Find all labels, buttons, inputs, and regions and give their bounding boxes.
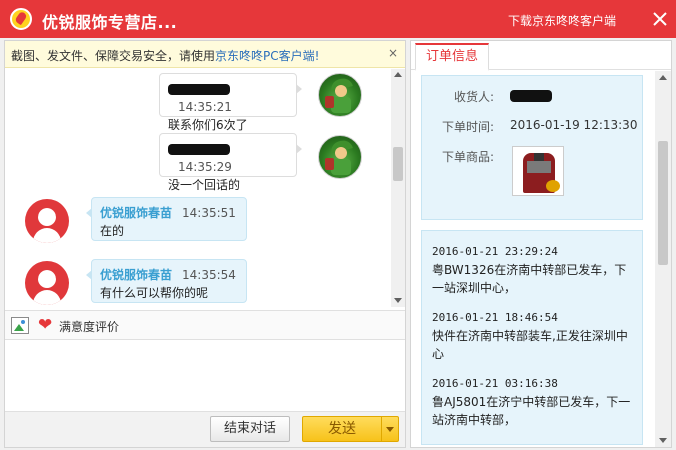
message-bubble: 优锐服饰春苗 14:35:54 有什么可以帮你的呢 bbox=[86, 259, 247, 303]
heart-icon[interactable]: ❤ bbox=[38, 315, 52, 335]
agent-avatar[interactable] bbox=[25, 199, 69, 243]
logistics-time: 2016-01-21 18:46:54 bbox=[432, 311, 558, 324]
message-bubble: 14:35:29 没一个回话的 bbox=[159, 133, 302, 192]
close-window-button[interactable] bbox=[643, 2, 676, 36]
customer-avatar[interactable] bbox=[318, 135, 362, 179]
message-time: 14:35:51 bbox=[182, 206, 236, 220]
satisfaction-rating-link[interactable]: 满意度评价 bbox=[59, 318, 119, 335]
image-icon[interactable] bbox=[11, 317, 29, 334]
action-bar: 结束对话 发送 bbox=[5, 411, 405, 447]
window-title: 优锐服饰专营店... bbox=[42, 13, 178, 32]
message-list[interactable]: 14:35:21 联系你们6次了 14:35:29 没一个回话的 优锐服饰春苗 1… bbox=[5, 69, 405, 307]
scrollbar-thumb[interactable] bbox=[393, 147, 403, 181]
scroll-down-icon[interactable] bbox=[394, 298, 402, 303]
scroll-down-icon[interactable] bbox=[659, 438, 667, 443]
recipient-label: 收货人: bbox=[454, 90, 495, 104]
message-time: 14:35:29 bbox=[178, 160, 232, 174]
scrollbar-thumb[interactable] bbox=[658, 141, 668, 265]
logistics-entry: 2016-01-21 03:16:38 鲁AJ5801在济宁中转部已发车，下一站… bbox=[432, 375, 636, 429]
message-text: 有什么可以帮你的呢 bbox=[100, 286, 209, 300]
notice-close-button[interactable]: × bbox=[388, 46, 398, 60]
message-text: 没一个回话的 bbox=[168, 178, 241, 192]
agent-name: 优锐服饰春苗 bbox=[100, 206, 173, 220]
security-notice: 截图、发文件、保障交易安全，请使用京东咚咚PC客户端! × bbox=[5, 41, 405, 68]
logistics-card: 2016-01-21 23:29:24 粤BW1326在济南中转部已发车，下一站… bbox=[421, 230, 643, 445]
app-logo-icon bbox=[10, 8, 32, 30]
order-time-value: 2016-01-19 12:13:30 bbox=[510, 118, 638, 132]
recipient-value bbox=[510, 90, 552, 105]
close-icon bbox=[653, 12, 667, 26]
chat-pane: 截图、发文件、保障交易安全，请使用京东咚咚PC客户端! × 14:35:21 联… bbox=[4, 40, 406, 448]
redacted-username bbox=[168, 144, 230, 155]
send-options-dropdown[interactable] bbox=[381, 416, 399, 442]
message-text: 联系你们6次了 bbox=[168, 118, 248, 132]
logistics-entry: 2016-01-21 23:29:24 粤BW1326在济南中转部已发车，下一站… bbox=[432, 243, 636, 297]
scroll-up-icon[interactable] bbox=[394, 72, 402, 77]
message-text: 在的 bbox=[100, 224, 125, 238]
logistics-entry: 2016-01-21 18:46:54 快件在济南中转部装车,正发往深圳中心 bbox=[432, 309, 636, 363]
message-bubble: 14:35:21 联系你们6次了 bbox=[159, 73, 302, 132]
agent-avatar[interactable] bbox=[25, 261, 69, 305]
tab-order-info[interactable]: 订单信息 bbox=[415, 43, 489, 71]
send-button[interactable]: 发送 bbox=[302, 416, 382, 442]
order-panel: 订单信息 收货人: 下单时间: 2016-01-19 12:13:30 下单商品… bbox=[410, 40, 672, 448]
download-client-link[interactable]: 下载京东咚咚客户端 bbox=[508, 12, 616, 29]
logistics-time: 2016-01-21 03:16:38 bbox=[432, 377, 558, 390]
customer-avatar[interactable] bbox=[318, 73, 362, 117]
pc-client-link[interactable]: 京东咚咚PC客户端! bbox=[215, 49, 319, 63]
order-time-label: 下单时间: bbox=[442, 120, 495, 134]
message-scrollbar[interactable] bbox=[391, 69, 405, 307]
logistics-text: 鲁AJ5801在济宁中转部已发车，下一站济南中转部， bbox=[432, 395, 631, 427]
scroll-up-icon[interactable] bbox=[659, 75, 667, 80]
logistics-text: 快件在济南中转部装车,正发往深圳中心 bbox=[432, 329, 628, 361]
message-input[interactable] bbox=[5, 341, 405, 411]
message-time: 14:35:21 bbox=[178, 100, 232, 114]
tab-strip: 订单信息 bbox=[411, 41, 671, 71]
message-time: 14:35:54 bbox=[182, 268, 236, 282]
order-panel-scrollbar[interactable] bbox=[655, 71, 671, 447]
notice-text: 截图、发文件、保障交易安全，请使用 bbox=[11, 49, 216, 63]
input-toolbar: ❤ 满意度评价 bbox=[5, 310, 405, 340]
agent-name: 优锐服饰春苗 bbox=[100, 268, 173, 282]
title-bar: 优锐服饰专营店... 下载京东咚咚客户端 bbox=[0, 0, 676, 38]
end-chat-button[interactable]: 结束对话 bbox=[210, 416, 290, 442]
order-product-label: 下单商品: bbox=[442, 150, 495, 164]
order-card: 收货人: 下单时间: 2016-01-19 12:13:30 下单商品: bbox=[421, 75, 643, 220]
message-bubble: 优锐服饰春苗 14:35:51 在的 bbox=[86, 197, 247, 241]
logistics-time: 2016-01-21 23:29:24 bbox=[432, 245, 558, 258]
product-thumbnail[interactable] bbox=[512, 146, 564, 196]
redacted-username bbox=[168, 84, 230, 95]
logistics-text: 粤BW1326在济南中转部已发车，下一站深圳中心， bbox=[432, 263, 627, 295]
